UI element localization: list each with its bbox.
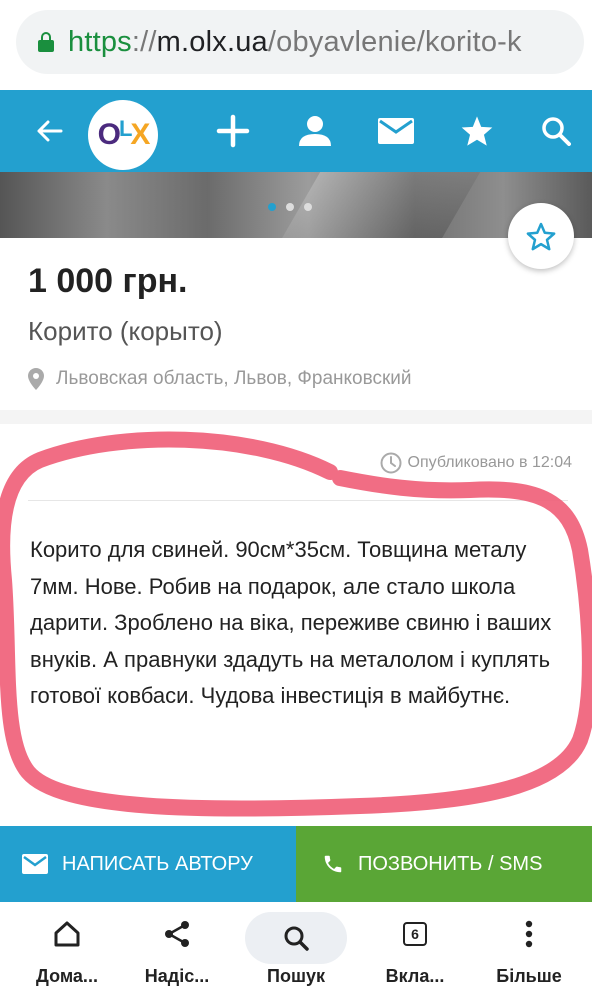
logo-letter-o: O: [97, 118, 121, 151]
listing-title: Корито (корыто): [28, 316, 223, 346]
browser-url-bar: https://m.olx.ua/obyavlenie/korito-k: [0, 0, 592, 90]
location-pin-icon: [28, 368, 44, 390]
write-author-label: НАПИСАТЬ АВТОРУ: [62, 852, 253, 875]
olx-logo[interactable]: OLX: [88, 100, 158, 170]
user-icon[interactable]: [292, 90, 338, 172]
divider: [28, 500, 568, 501]
published-time: Опубликовано в 12:04: [380, 452, 572, 474]
listing-price: 1 000 грн.: [28, 262, 188, 300]
location-text: Львовская область, Львов, Франковский: [56, 368, 412, 389]
star-icon[interactable]: [455, 90, 499, 172]
gallery-dot[interactable]: [286, 203, 294, 211]
plus-icon[interactable]: [210, 90, 256, 172]
logo-letter-l: L: [118, 116, 133, 141]
star-outline-icon: [526, 222, 556, 250]
gallery-dot[interactable]: [268, 203, 276, 211]
url-text[interactable]: https://m.olx.ua/obyavlenie/korito-k: [68, 26, 522, 59]
tabs-icon: 6: [403, 902, 427, 966]
listing-location[interactable]: Львовская область, Львов, Франковский: [28, 368, 412, 390]
published-text: Опубликовано в 12:04: [407, 454, 572, 471]
nav-more-label: Більше: [496, 966, 562, 986]
write-author-button[interactable]: НАПИСАТЬ АВТОРУ: [0, 826, 296, 902]
phone-icon: [324, 855, 342, 873]
nav-tabs[interactable]: 6 Вкла...: [356, 902, 474, 1005]
nav-more[interactable]: Більше: [470, 902, 588, 1005]
nav-search-label: Пошук: [267, 966, 325, 986]
nav-search[interactable]: Пошук: [237, 902, 355, 1005]
back-arrow-icon[interactable]: [30, 90, 70, 172]
gallery-pagination: [268, 203, 312, 211]
mail-icon[interactable]: [372, 90, 420, 172]
envelope-icon: [22, 854, 48, 874]
home-icon: [52, 902, 82, 966]
section-divider: [0, 410, 592, 424]
call-sms-label: ПОЗВОНИТЬ / SMS: [358, 852, 543, 875]
nav-tabs-label: Вкла...: [385, 966, 445, 986]
search-icon: [245, 912, 347, 964]
share-icon: [162, 902, 192, 966]
search-icon[interactable]: [534, 90, 578, 172]
browser-bottom-nav: Дома... Надіс... Пошук 6 Вкла... Більше: [0, 902, 592, 1005]
more-vertical-icon: [525, 902, 533, 966]
listing-description: Корито для свиней. 90см*35см. Товщина ме…: [30, 537, 552, 708]
nav-home-label: Дома...: [36, 966, 98, 986]
lock-icon: [38, 32, 54, 52]
nav-share-label: Надіс...: [144, 966, 210, 986]
tab-count-badge: 6: [403, 922, 427, 946]
nav-home[interactable]: Дома...: [8, 902, 126, 1005]
address-field[interactable]: https://m.olx.ua/obyavlenie/korito-k: [16, 10, 584, 74]
contact-actions: НАПИСАТЬ АВТОРУ ПОЗВОНИТЬ / SMS: [0, 826, 592, 902]
gallery-dot[interactable]: [304, 203, 312, 211]
clock-icon: [380, 452, 402, 474]
nav-share[interactable]: Надіс...: [118, 902, 236, 1005]
favorite-button[interactable]: [508, 203, 574, 269]
logo-letter-x: X: [130, 118, 150, 151]
call-sms-button[interactable]: ПОЗВОНИТЬ / SMS: [296, 826, 592, 902]
